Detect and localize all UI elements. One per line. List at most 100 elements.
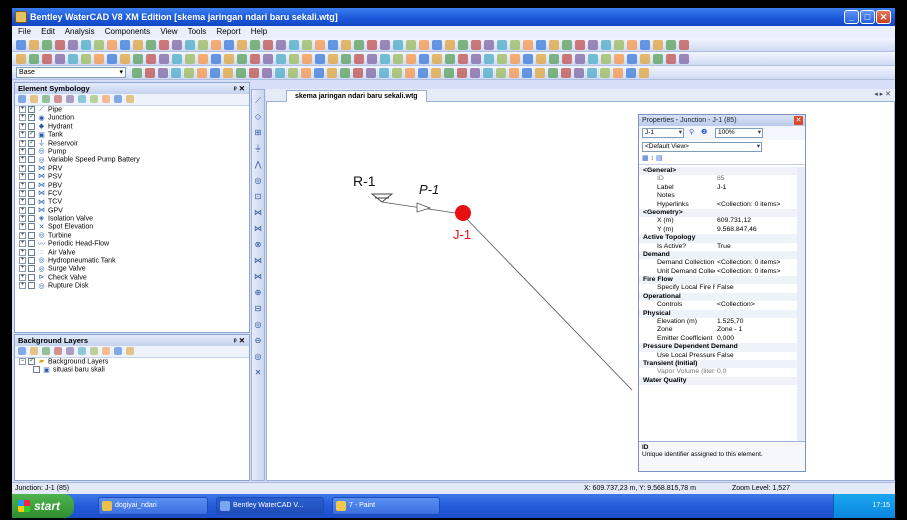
- element-combo[interactable]: J-1 ▾: [642, 128, 684, 138]
- checkbox[interactable]: [28, 173, 35, 181]
- expand-icon[interactable]: +: [19, 231, 26, 239]
- toolbar-button-icon[interactable]: [548, 68, 558, 78]
- reservoir-icon[interactable]: [370, 193, 394, 203]
- pin-close-icon[interactable]: ᵖ ✕: [234, 83, 245, 94]
- toolbar-button-icon[interactable]: [496, 68, 506, 78]
- toolbar-button-icon[interactable]: [458, 54, 468, 64]
- toolbar-button-icon[interactable]: [263, 40, 273, 50]
- symbology-item[interactable]: +◉Junction: [15, 113, 249, 122]
- toolbar-button-icon[interactable]: [379, 68, 389, 78]
- checkbox[interactable]: [28, 189, 35, 197]
- layout-toolbar-icons[interactable]: [16, 54, 689, 64]
- panel-tool-icon[interactable]: [54, 95, 62, 103]
- property-category[interactable]: Water Quality: [639, 376, 797, 386]
- expand-icon[interactable]: +: [19, 156, 26, 164]
- toolbar-button-icon[interactable]: [276, 54, 286, 64]
- panel-tool-icon[interactable]: [30, 95, 38, 103]
- toolbar-button-icon[interactable]: [509, 68, 519, 78]
- toolbar-button-icon[interactable]: [29, 54, 39, 64]
- toolbar-button-icon[interactable]: [380, 54, 390, 64]
- property-category[interactable]: Demand: [639, 250, 797, 260]
- toolbar-button-icon[interactable]: [341, 54, 351, 64]
- checkbox[interactable]: [28, 223, 35, 231]
- toolbar-button-icon[interactable]: [575, 40, 585, 50]
- toolbar-button-icon[interactable]: [588, 40, 598, 50]
- symbology-toolbar[interactable]: [15, 94, 249, 106]
- checkbox[interactable]: [28, 240, 35, 248]
- panel-tool-icon[interactable]: [114, 347, 122, 355]
- property-row[interactable]: Elevation (m) 1.525,70: [639, 318, 797, 326]
- toolbar-button-icon[interactable]: [249, 68, 259, 78]
- toolbar-button-icon[interactable]: [276, 40, 286, 50]
- panel-tool-icon[interactable]: [30, 347, 38, 355]
- expand-icon[interactable]: +: [19, 265, 26, 273]
- toolbar-button-icon[interactable]: [146, 54, 156, 64]
- property-row[interactable]: Hyperlinks <Collection: 0 items>: [639, 201, 797, 209]
- toolbar-button-icon[interactable]: [523, 40, 533, 50]
- toolbar-button-icon[interactable]: [510, 54, 520, 64]
- expand-icon[interactable]: +: [19, 147, 26, 155]
- scenario-combo[interactable]: Base ▾: [16, 67, 126, 78]
- property-category[interactable]: <Geometry>: [639, 208, 797, 218]
- symbology-item[interactable]: + ◈ Isolation Valve: [15, 215, 249, 223]
- checkbox[interactable]: [28, 265, 35, 273]
- toolbar-button-icon[interactable]: [94, 40, 104, 50]
- checkbox[interactable]: [28, 206, 35, 214]
- toolbar-button-icon[interactable]: [575, 54, 585, 64]
- property-row[interactable]: Label J-1: [639, 184, 797, 192]
- task-watercad[interactable]: Bentley WaterCAD V...: [216, 497, 324, 515]
- toolbar-button-icon[interactable]: [224, 40, 234, 50]
- layout-tool-icon[interactable]: ⊟: [253, 304, 263, 314]
- menu-view[interactable]: View: [160, 27, 177, 36]
- toolbar-button-icon[interactable]: [172, 40, 182, 50]
- layout-tool-icon[interactable]: ⟋: [253, 96, 263, 106]
- symbology-item[interactable]: + ✕ Spot Elevation: [15, 223, 249, 231]
- toolbar-button-icon[interactable]: [302, 40, 312, 50]
- menu-help[interactable]: Help: [251, 27, 267, 36]
- panel-tool-icon[interactable]: [18, 347, 26, 355]
- checkbox[interactable]: [28, 282, 35, 290]
- property-category[interactable]: Active Topology: [639, 234, 797, 243]
- checkbox[interactable]: [28, 139, 35, 147]
- toolbar-button-icon[interactable]: [315, 54, 325, 64]
- toolbar-button-icon[interactable]: [470, 68, 480, 78]
- checkbox[interactable]: [28, 248, 35, 256]
- toolbar-button-icon[interactable]: [666, 54, 676, 64]
- toolbar-button-icon[interactable]: [211, 40, 221, 50]
- zoom-combo[interactable]: 100% ▾: [715, 128, 763, 138]
- toolbar-button-icon[interactable]: [510, 40, 520, 50]
- toolbar-button-icon[interactable]: [445, 40, 455, 50]
- toolbar-button-icon[interactable]: [405, 68, 415, 78]
- toolbar-button-icon[interactable]: [549, 54, 559, 64]
- expand-icon[interactable]: +: [19, 273, 26, 281]
- expand-icon[interactable]: +: [19, 173, 26, 181]
- toolbar-button-icon[interactable]: [120, 40, 130, 50]
- toolbar-button-icon[interactable]: [315, 40, 325, 50]
- symbology-item[interactable]: +⟋Pipe: [15, 105, 249, 114]
- expand-icon[interactable]: +: [19, 198, 26, 206]
- toolbar-button-icon[interactable]: [354, 54, 364, 64]
- toolbar-button-icon[interactable]: [301, 68, 311, 78]
- toolbar-button-icon[interactable]: [314, 68, 324, 78]
- checkbox[interactable]: [33, 366, 40, 374]
- toolbar-button-icon[interactable]: [198, 54, 208, 64]
- toolbar-button-icon[interactable]: [16, 54, 26, 64]
- toolbar-button-icon[interactable]: [613, 68, 623, 78]
- toolbar-button-icon[interactable]: [653, 40, 663, 50]
- checkbox[interactable]: [28, 273, 35, 281]
- toolbar-button-icon[interactable]: [132, 68, 142, 78]
- toolbar-button-icon[interactable]: [457, 68, 467, 78]
- expand-icon[interactable]: +: [19, 181, 26, 189]
- symbology-item[interactable]: + 〰 Periodic Head-Flow: [15, 240, 249, 248]
- property-row[interactable]: Controls <Collection>: [639, 301, 797, 309]
- toolbar-button-icon[interactable]: [562, 40, 572, 50]
- panel-tool-icon[interactable]: [78, 95, 86, 103]
- expand-icon[interactable]: +: [19, 139, 26, 147]
- toolbar-button-icon[interactable]: [55, 40, 65, 50]
- expand-icon[interactable]: +: [19, 240, 26, 248]
- toolbar-button-icon[interactable]: [133, 40, 143, 50]
- expand-icon[interactable]: +: [19, 282, 26, 290]
- toolbar-button-icon[interactable]: [471, 54, 481, 64]
- property-row[interactable]: ID 85: [639, 175, 797, 183]
- toolbar-button-icon[interactable]: [536, 40, 546, 50]
